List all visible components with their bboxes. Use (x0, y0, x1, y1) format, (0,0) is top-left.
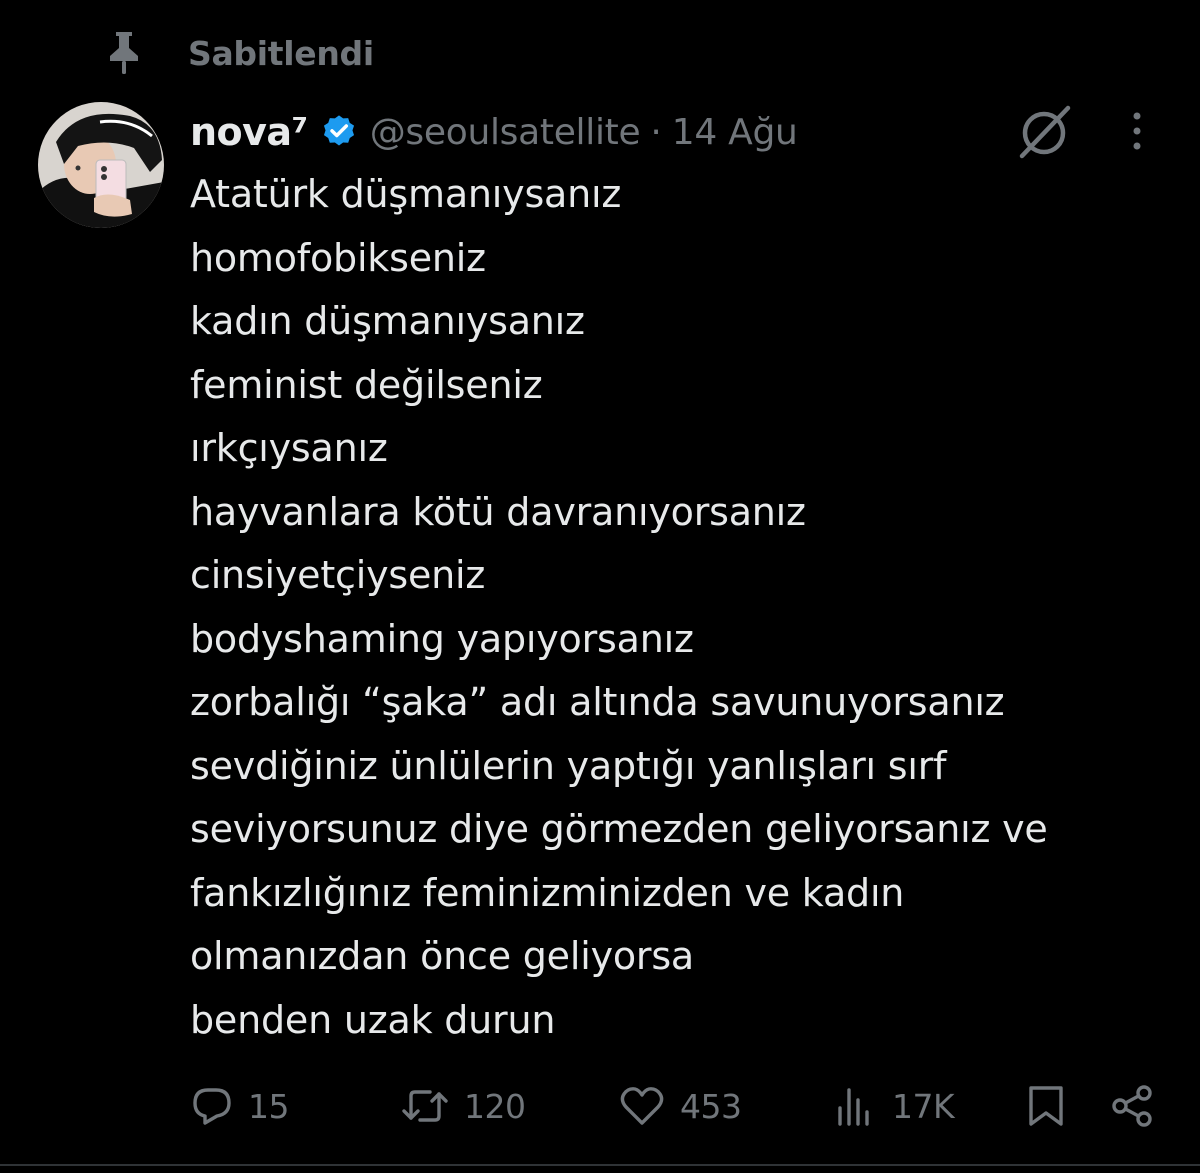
tweet-line: seviyorsunuz diye görmezden geliyorsanız… (190, 807, 1048, 851)
tweet-line: homofobikseniz (190, 235, 486, 280)
reply-icon (190, 1084, 234, 1128)
views-icon (834, 1084, 878, 1128)
tweet-line: zorbalığı “şaka” adı altında savunuyorsa… (190, 680, 1005, 724)
retweet-count: 120 (464, 1086, 526, 1126)
bookmark-button[interactable] (1026, 1076, 1066, 1136)
share-icon (1110, 1084, 1156, 1128)
retweet-icon (400, 1084, 450, 1128)
tweet-card[interactable]: Sabitlendi nova⁷ @seoulsatellite · 14 Ağ… (0, 0, 1200, 1173)
reply-button[interactable]: 15 (190, 1076, 290, 1136)
divider (0, 1164, 1200, 1166)
tweet-date[interactable]: 14 Ağu (672, 112, 798, 153)
verified-badge-icon[interactable] (320, 113, 358, 151)
tweet-line: olmanızdan önce geliyorsa (190, 934, 695, 978)
pin-icon (104, 29, 144, 77)
user-handle[interactable]: @seoulsatellite (370, 112, 641, 153)
pinned-label: Sabitlendi (188, 33, 374, 73)
tweet-line: feminist değilseniz (190, 362, 543, 407)
separator-dot: · (650, 111, 662, 153)
avatar[interactable] (38, 102, 164, 228)
pinned-indicator: Sabitlendi (104, 28, 374, 78)
grok-icon[interactable] (1014, 104, 1074, 160)
like-count: 453 (680, 1086, 742, 1126)
tweet-header: nova⁷ @seoulsatellite · 14 Ağu (190, 104, 798, 160)
views-button[interactable]: 17K (834, 1076, 955, 1136)
bookmark-icon (1026, 1084, 1066, 1128)
tweet-line: cinsiyetçiyseniz (190, 553, 486, 597)
reply-count: 15 (248, 1086, 290, 1126)
action-bar: 15 120 453 17K (0, 1076, 1200, 1136)
more-icon[interactable] (1120, 108, 1154, 156)
tweet-text: Atatürk düşmanıysanız homofobikseniz kad… (190, 163, 1180, 1052)
tweet-line: ırkçıysanız (190, 426, 388, 470)
tweet-line: sevdiğiniz ünlülerin yaptığı yanlışları … (190, 743, 947, 788)
tweet-line: fankızlığınız feminizminizden ve kadın (190, 870, 905, 915)
like-button[interactable]: 453 (618, 1076, 742, 1136)
tweet-line: hayvanlara kötü davranıyorsanız (190, 489, 806, 534)
tweet-line: Atatürk düşmanıysanız (190, 172, 622, 216)
like-icon (618, 1084, 666, 1128)
tweet-line: bodyshaming yapıyorsanız (190, 616, 694, 661)
tweet-line: benden uzak durun (190, 997, 556, 1042)
share-button[interactable] (1110, 1076, 1156, 1136)
views-count: 17K (892, 1086, 955, 1126)
display-name[interactable]: nova⁷ (190, 110, 308, 154)
retweet-button[interactable]: 120 (400, 1076, 526, 1136)
tweet-line: kadın düşmanıysanız (190, 299, 585, 343)
